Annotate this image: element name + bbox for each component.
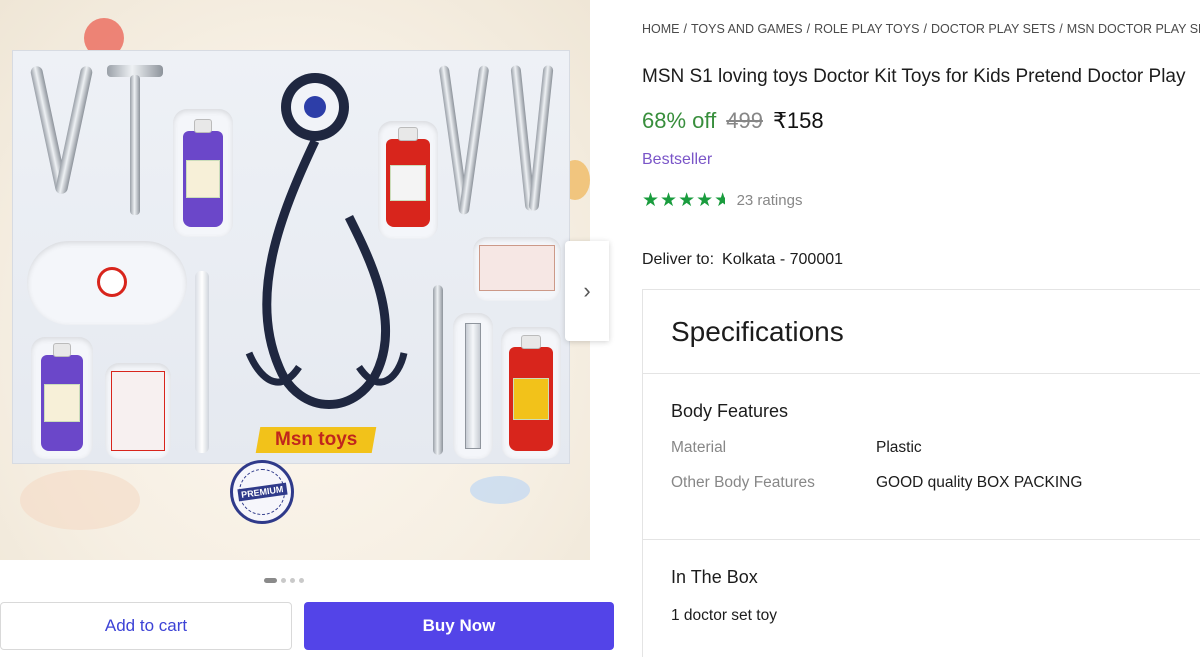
- bottle-slot: [378, 121, 438, 239]
- carousel-dot[interactable]: [264, 578, 277, 583]
- product-details: HOME / TOYS AND GAMES / ROLE PLAY TOYS / DOCTO…: [642, 0, 1200, 657]
- bottle-slot: [173, 109, 233, 237]
- carousel-dot[interactable]: [281, 578, 286, 583]
- discount-percent: 68% off: [642, 108, 717, 133]
- box-item: 1 doctor set toy: [671, 607, 777, 624]
- product-image[interactable]: Msn toys PREMIUM: [0, 0, 590, 560]
- delivery-location[interactable]: Deliver to: Kolkata - 700001: [642, 251, 843, 269]
- bandage-box-icon: [479, 245, 555, 291]
- hammer-icon: [130, 75, 140, 215]
- spec-key: Material: [671, 439, 727, 456]
- deliver-label: Deliver to:: [642, 251, 715, 268]
- spec-group-in-the-box: In The Box 1 doctor set toy: [643, 540, 1200, 625]
- pill-box-slot: [105, 363, 171, 459]
- premium-seal-icon: PREMIUM: [230, 460, 294, 524]
- breadcrumb-doctor-play-sets[interactable]: DOCTOR PLAY SETS: [931, 22, 1055, 36]
- bottle-icon: [183, 119, 223, 227]
- bestseller-badge: Bestseller: [642, 151, 713, 168]
- breadcrumb-msn-doctor-play-sets[interactable]: MSN DOCTOR PLAY SETS: [1067, 22, 1200, 36]
- bottle-slot: [31, 337, 93, 459]
- next-image-chevron-icon[interactable]: ›: [565, 241, 609, 341]
- delivery-pincode: Kolkata - 700001: [722, 251, 844, 268]
- clamp-icon: [528, 64, 554, 212]
- bottle-icon: [509, 335, 553, 451]
- add-to-cart-button[interactable]: Add to cart: [0, 602, 292, 650]
- carousel-dot[interactable]: [299, 578, 304, 583]
- buy-now-button[interactable]: Buy Now: [304, 602, 614, 650]
- spec-key: Other Body Features: [671, 474, 815, 491]
- breadcrumb-home[interactable]: HOME: [642, 22, 680, 36]
- syringe-slot: [453, 313, 493, 459]
- breadcrumb: HOME / TOYS AND GAMES / ROLE PLAY TOYS / DOCTO…: [642, 22, 1200, 36]
- carousel-dot[interactable]: [290, 578, 295, 583]
- original-price: 499: [726, 108, 763, 133]
- spec-group-body-features: Body Features Material Plastic Other Bod…: [643, 374, 1200, 540]
- bottle-icon: [386, 127, 430, 227]
- specifications-panel: Specifications Body Features Material Pl…: [642, 289, 1200, 657]
- carousel-dots: [264, 578, 304, 583]
- pill-box-icon: [111, 371, 165, 451]
- forceps-icon: [54, 65, 94, 195]
- red-cross-icon: [97, 267, 127, 297]
- spec-group-title: Body Features: [671, 401, 789, 421]
- spec-group-title: In The Box: [671, 567, 758, 587]
- syringe-icon: [465, 323, 481, 449]
- bandage-slot: [473, 237, 561, 301]
- probe-icon: [433, 285, 443, 455]
- selling-price: ₹158: [772, 108, 824, 133]
- spec-value: GOOD quality BOX PACKING: [876, 474, 1083, 491]
- scissors-icon: [458, 65, 490, 215]
- star-rating-icon: ★★★★★: [642, 190, 725, 211]
- breadcrumb-toys-and-games[interactable]: TOYS AND GAMES: [691, 22, 803, 36]
- eye-mask-slot: [27, 241, 187, 325]
- product-title: MSN S1 loving toys Doctor Kit Toys for K…: [642, 66, 1186, 87]
- thermometer-icon: [195, 271, 209, 453]
- bottle-icon: [41, 343, 83, 451]
- spec-row: Material Plastic: [671, 439, 1200, 457]
- rating-row[interactable]: ★★★★★ 23 ratings: [642, 189, 802, 212]
- spec-value: Plastic: [876, 439, 922, 456]
- spec-row: Other Body Features GOOD quality BOX PAC…: [671, 474, 1200, 492]
- ratings-count: 23 ratings: [736, 192, 803, 209]
- brand-tag: Msn toys: [255, 427, 377, 453]
- doctor-kit-board: [12, 50, 570, 464]
- specifications-heading: Specifications: [643, 290, 1200, 374]
- bottle-slot: [501, 327, 561, 459]
- decor-blob: [470, 476, 530, 504]
- decor-blob: [20, 470, 140, 530]
- purchase-actions: Add to cart Buy Now: [0, 602, 615, 650]
- breadcrumb-role-play-toys[interactable]: ROLE PLAY TOYS: [814, 22, 919, 36]
- price-row: 68% off 499 ₹158: [642, 108, 824, 134]
- product-gallery: Msn toys PREMIUM › Add to cart Buy Now: [0, 0, 630, 657]
